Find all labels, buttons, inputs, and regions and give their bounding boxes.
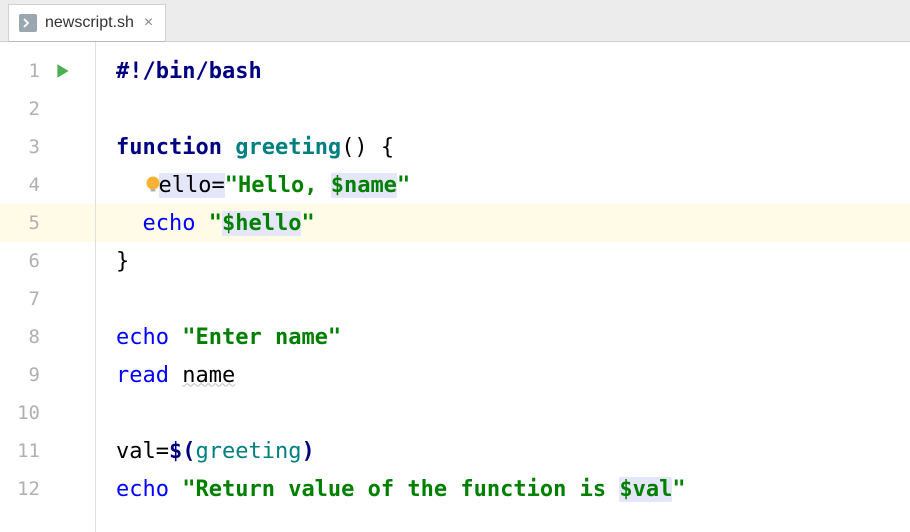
string-open: "Return value of the function is bbox=[182, 477, 619, 502]
gutter-row: 5 bbox=[0, 204, 95, 242]
editor-root: newscript.sh × 1 2 3 4 5 6 7 8 9 10 11 1… bbox=[0, 0, 910, 532]
builtin-echo: echo bbox=[143, 211, 196, 236]
string-open: "Hello, bbox=[225, 173, 331, 198]
var-assign: ello= bbox=[159, 173, 225, 198]
line-number: 10 bbox=[0, 402, 44, 424]
subst-close: ) bbox=[301, 439, 314, 464]
var-ref: $hello bbox=[222, 211, 301, 236]
shell-file-icon bbox=[19, 14, 37, 32]
code-line-current: echo "$hello" bbox=[96, 204, 910, 242]
subst-open: $( bbox=[169, 439, 196, 464]
gutter-row: 8 bbox=[0, 318, 95, 356]
shebang: #!/bin/bash bbox=[116, 59, 262, 84]
code-line: } bbox=[96, 242, 910, 280]
identifier-name: name bbox=[182, 363, 235, 388]
line-number: 2 bbox=[0, 98, 44, 120]
gutter-row: 1 bbox=[0, 52, 95, 90]
line-number: 12 bbox=[0, 478, 44, 500]
code-content[interactable]: #!/bin/bash function greeting() { ello="… bbox=[96, 42, 910, 532]
line-number: 6 bbox=[0, 250, 44, 272]
string: "Enter name" bbox=[182, 325, 341, 350]
gutter-row: 9 bbox=[0, 356, 95, 394]
code-line: echo "Return value of the function is $v… bbox=[96, 470, 910, 508]
code-line bbox=[96, 394, 910, 432]
string-close: " bbox=[301, 211, 314, 236]
code-line bbox=[96, 90, 910, 128]
gutter-row: 4 bbox=[0, 166, 95, 204]
gutter-row: 12 bbox=[0, 470, 95, 508]
string-open: " bbox=[209, 211, 222, 236]
var-assign: val= bbox=[116, 439, 169, 464]
function-call: greeting bbox=[195, 439, 301, 464]
gutter-row: 6 bbox=[0, 242, 95, 280]
line-number: 5 bbox=[0, 212, 44, 234]
code-line: ello="Hello, $name" bbox=[96, 166, 910, 204]
line-number: 8 bbox=[0, 326, 44, 348]
keyword-function: function bbox=[116, 135, 222, 160]
line-number: 1 bbox=[0, 60, 44, 82]
code-line: val=$(greeting) bbox=[96, 432, 910, 470]
gutter-row: 11 bbox=[0, 432, 95, 470]
gutter-row: 3 bbox=[0, 128, 95, 166]
line-number: 3 bbox=[0, 136, 44, 158]
line-number: 7 bbox=[0, 288, 44, 310]
builtin-echo: echo bbox=[116, 325, 169, 350]
brace-close: } bbox=[116, 249, 129, 274]
gutter-row: 7 bbox=[0, 280, 95, 318]
gutter-row: 2 bbox=[0, 90, 95, 128]
builtin-read: read bbox=[116, 363, 169, 388]
close-icon[interactable]: × bbox=[142, 14, 155, 32]
var-ref: $val bbox=[619, 477, 672, 502]
var-ref: $name bbox=[331, 173, 397, 198]
code-line bbox=[96, 280, 910, 318]
code-line: function greeting() { bbox=[96, 128, 910, 166]
code-area: 1 2 3 4 5 6 7 8 9 10 11 12 #!/bin/bash f… bbox=[0, 42, 910, 532]
lightbulb-icon[interactable] bbox=[143, 174, 163, 194]
string-close: " bbox=[397, 173, 410, 198]
code-line: read name bbox=[96, 356, 910, 394]
line-number: 4 bbox=[0, 174, 44, 196]
tab-filename: newscript.sh bbox=[45, 14, 134, 32]
string-close: " bbox=[672, 477, 685, 502]
function-name: greeting bbox=[235, 135, 341, 160]
builtin-echo: echo bbox=[116, 477, 169, 502]
file-tab[interactable]: newscript.sh × bbox=[8, 4, 166, 41]
line-number: 11 bbox=[0, 440, 44, 462]
gutter-row: 10 bbox=[0, 394, 95, 432]
code-line: echo "Enter name" bbox=[96, 318, 910, 356]
code-line: #!/bin/bash bbox=[96, 52, 910, 90]
line-number: 9 bbox=[0, 364, 44, 386]
tab-bar: newscript.sh × bbox=[0, 0, 910, 42]
punct: () { bbox=[341, 135, 394, 160]
run-gutter-icon[interactable] bbox=[54, 62, 72, 80]
gutter: 1 2 3 4 5 6 7 8 9 10 11 12 bbox=[0, 42, 96, 532]
